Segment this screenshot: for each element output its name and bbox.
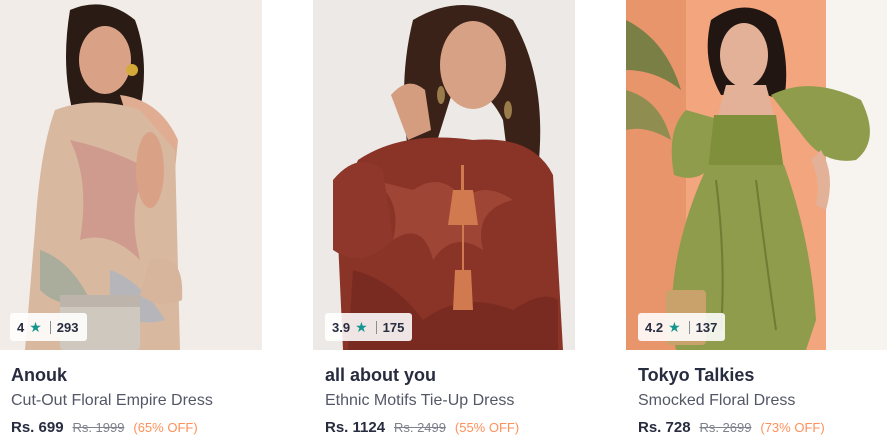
price-row: Rs. 728 Rs. 2699 (73% OFF) bbox=[638, 418, 887, 437]
rating-count: 137 bbox=[695, 319, 718, 335]
product-discount: (55% OFF) bbox=[454, 420, 520, 435]
rating-divider bbox=[49, 320, 51, 334]
product-image[interactable] bbox=[313, 0, 575, 350]
rating-value: 4 bbox=[17, 319, 25, 335]
star-icon: ★ bbox=[668, 319, 681, 335]
product-brand: Anouk bbox=[11, 365, 67, 385]
product-price: Rs. 699 bbox=[11, 419, 64, 436]
product-brand: Tokyo Talkies bbox=[638, 365, 755, 385]
star-icon: ★ bbox=[29, 319, 42, 335]
rating-count: 175 bbox=[382, 319, 405, 335]
product-card[interactable]: 4 ★ 293 Anouk Cut-Out Floral Empire Dres… bbox=[0, 0, 262, 445]
product-title: Smocked Floral Dress bbox=[638, 392, 796, 409]
product-grid: 4 ★ 293 Anouk Cut-Out Floral Empire Dres… bbox=[0, 0, 887, 445]
product-image[interactable] bbox=[0, 0, 262, 350]
rating-badge: 3.9 ★ 175 bbox=[325, 313, 413, 341]
product-info[interactable]: all about you Ethnic Motifs Tie-Up Dress… bbox=[325, 362, 575, 437]
product-price: Rs. 1124 bbox=[325, 419, 386, 436]
product-info[interactable]: Tokyo Talkies Smocked Floral Dress Rs. 7… bbox=[638, 362, 887, 437]
product-mrp: Rs. 2699 bbox=[699, 420, 752, 435]
star-icon: ★ bbox=[355, 319, 368, 335]
product-mrp: Rs. 2499 bbox=[393, 420, 446, 435]
product-photo bbox=[313, 0, 575, 350]
product-image[interactable] bbox=[626, 0, 887, 350]
product-photo bbox=[626, 0, 887, 350]
product-discount: (65% OFF) bbox=[133, 420, 198, 435]
product-info[interactable]: Anouk Cut-Out Floral Empire Dress Rs. 69… bbox=[11, 362, 262, 437]
rating-badge: 4 ★ 293 bbox=[10, 313, 87, 341]
rating-value: 3.9 bbox=[332, 319, 351, 335]
rating-value: 4.2 bbox=[645, 319, 664, 335]
product-title: Cut-Out Floral Empire Dress bbox=[11, 392, 213, 409]
product-card[interactable]: 4.2 ★ 137 Tokyo Talkies Smocked Floral D… bbox=[626, 0, 887, 445]
product-photo bbox=[0, 0, 262, 350]
product-discount: (73% OFF) bbox=[760, 420, 825, 435]
product-title: Ethnic Motifs Tie-Up Dress bbox=[325, 392, 515, 409]
rating-divider bbox=[688, 320, 690, 334]
price-row: Rs. 699 Rs. 1999 (65% OFF) bbox=[11, 418, 262, 437]
product-price: Rs. 728 bbox=[638, 419, 691, 436]
product-card[interactable]: 3.9 ★ 175 all about you Ethnic Motifs Ti… bbox=[313, 0, 575, 445]
product-brand: all about you bbox=[325, 365, 437, 385]
price-row: Rs. 1124 Rs. 2499 (55% OFF) bbox=[325, 418, 575, 437]
rating-badge: 4.2 ★ 137 bbox=[638, 313, 726, 341]
rating-divider bbox=[375, 320, 377, 334]
product-mrp: Rs. 1999 bbox=[72, 420, 125, 435]
rating-count: 293 bbox=[56, 319, 79, 335]
